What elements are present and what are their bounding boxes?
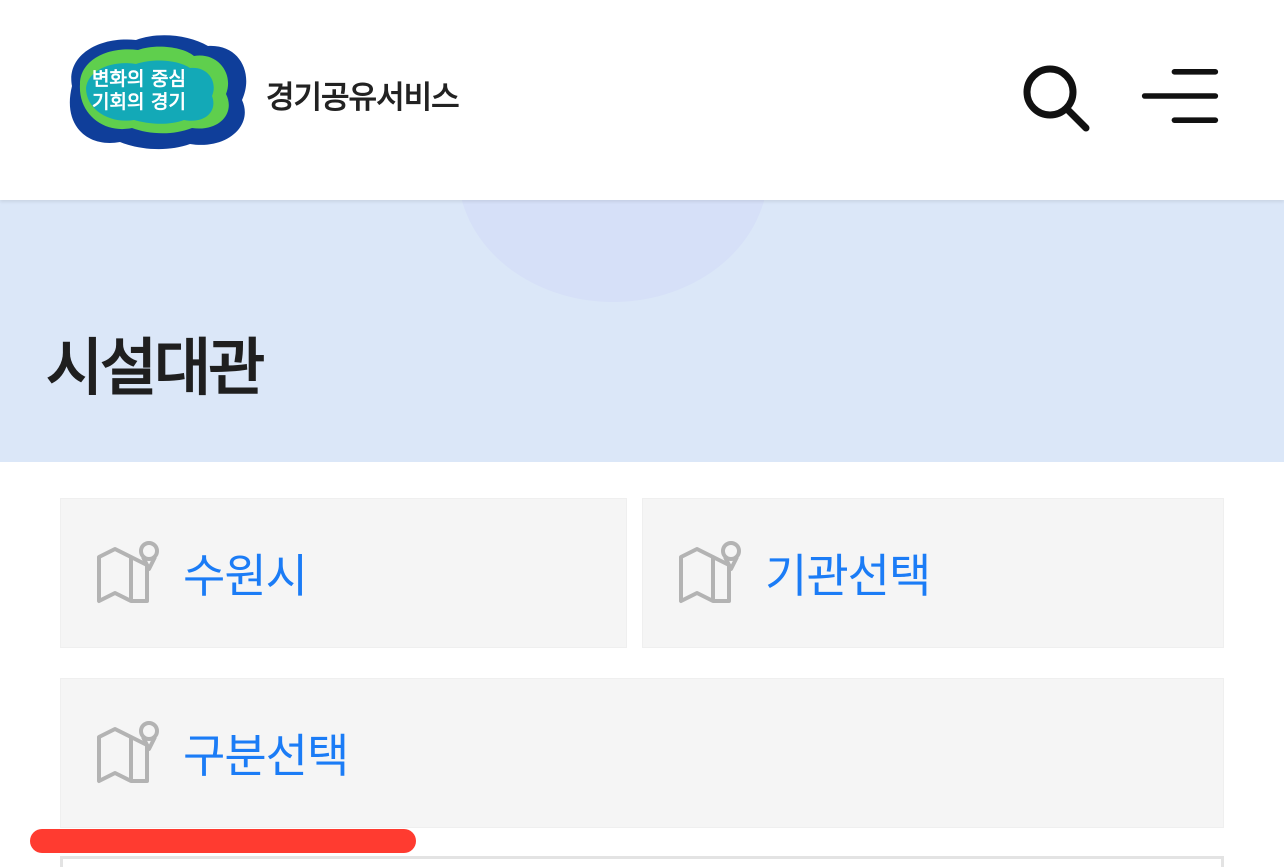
gyeonggi-logo[interactable]: 변화의 중심 기회의 경기 bbox=[58, 34, 252, 150]
page-banner: 시설대관 bbox=[0, 200, 1284, 462]
institution-select-label: 기관선택 bbox=[765, 549, 931, 603]
service-name[interactable]: 경기공유서비스 bbox=[266, 72, 460, 117]
logo-text-line2: 기회의 경기 bbox=[92, 91, 187, 113]
search-input-box[interactable] bbox=[60, 856, 1224, 867]
region-select-label: 수원시 bbox=[183, 549, 308, 603]
hamburger-menu-icon bbox=[1141, 69, 1219, 123]
header: 변화의 중심 기회의 경기 경기공유서비스 bbox=[0, 0, 1284, 200]
category-select-label: 구분선택 bbox=[183, 729, 349, 783]
page-title: 시설대관 bbox=[46, 331, 265, 404]
search-icon bbox=[1023, 65, 1090, 132]
institution-select[interactable]: 기관선택 bbox=[642, 498, 1224, 648]
map-pin-icon bbox=[97, 541, 159, 603]
highlight-underline bbox=[30, 829, 416, 853]
map-pin-icon bbox=[679, 541, 741, 603]
region-select[interactable]: 수원시 bbox=[60, 498, 627, 648]
search-button[interactable] bbox=[1014, 56, 1094, 136]
category-select[interactable]: 구분선택 bbox=[60, 678, 1224, 828]
menu-button[interactable] bbox=[1140, 56, 1220, 136]
logo-text-line1: 변화의 중심 bbox=[92, 68, 187, 90]
map-pin-icon bbox=[97, 721, 159, 783]
banner-decoration bbox=[458, 200, 768, 302]
